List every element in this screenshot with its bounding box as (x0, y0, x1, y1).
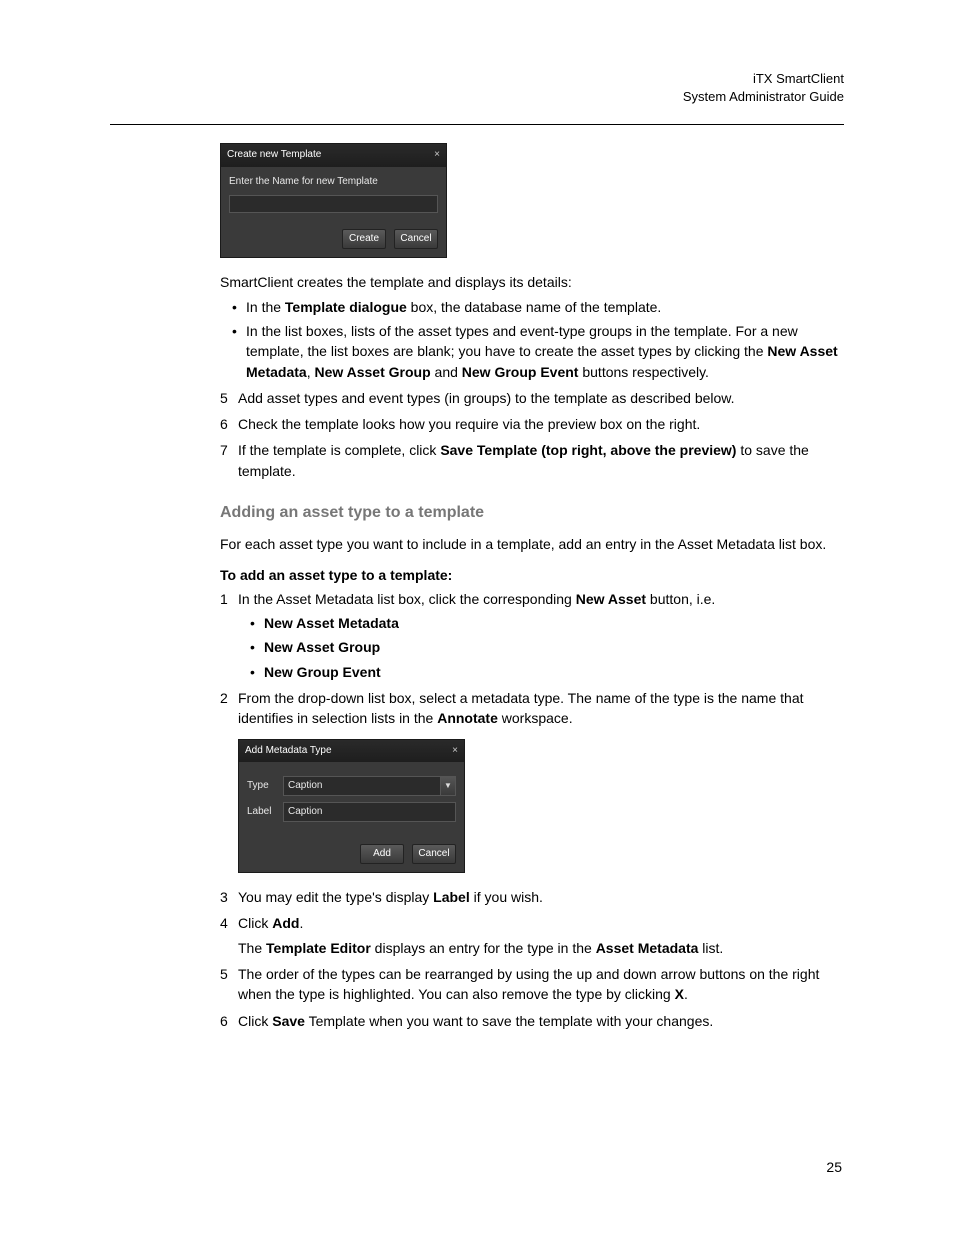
steps-continued: Add asset types and event types (in grou… (220, 388, 844, 481)
bullet-item: New Asset Metadata (264, 613, 844, 633)
dialog-buttons: Add Cancel (239, 838, 464, 872)
header-product: iTX SmartClient (110, 70, 844, 88)
page-content: Create new Template × Enter the Name for… (220, 143, 844, 1031)
close-icon[interactable]: × (452, 744, 458, 759)
procedure-steps: In the Asset Metadata list box, click th… (220, 589, 844, 1031)
proc-step-1: In the Asset Metadata list box, click th… (220, 589, 844, 682)
dialog-body: Enter the Name for new Template (221, 167, 446, 224)
bullet-item: New Group Event (264, 662, 844, 682)
proc-step-3: You may edit the type's display Label if… (220, 887, 844, 907)
cancel-button[interactable]: Cancel (412, 844, 456, 864)
bullet-item: In the list boxes, lists of the asset ty… (246, 321, 844, 382)
figure-create-template: Create new Template × Enter the Name for… (220, 143, 844, 258)
type-dropdown[interactable]: Caption ▼ (283, 776, 456, 796)
proc-step-2: From the drop-down list box, select a me… (220, 688, 844, 873)
dialog-titlebar: Create new Template × (221, 144, 446, 167)
proc-step-1-bullets: New Asset Metadata New Asset Group New G… (238, 613, 844, 682)
proc-step-4: Click Add. The Template Editor displays … (220, 913, 844, 958)
proc-step-6: Click Save Template when you want to sav… (220, 1011, 844, 1031)
dialog-add-metadata: Add Metadata Type × Type Caption ▼ (238, 739, 465, 874)
label-label: Label (247, 805, 277, 820)
cancel-button[interactable]: Cancel (394, 229, 438, 249)
page-header: iTX SmartClient System Administrator Gui… (110, 70, 844, 106)
intro-bullets: In the Template dialogue box, the databa… (220, 297, 844, 382)
section-heading: Adding an asset type to a template (220, 501, 844, 524)
figure-add-metadata: Add Metadata Type × Type Caption ▼ (238, 739, 844, 874)
step-7: If the template is complete, click Save … (220, 440, 844, 481)
label-value: Caption (288, 805, 322, 820)
template-name-input[interactable] (229, 195, 438, 213)
create-button[interactable]: Create (342, 229, 386, 249)
type-value: Caption (288, 779, 322, 794)
chevron-down-icon[interactable]: ▼ (440, 777, 455, 795)
header-doc: System Administrator Guide (110, 88, 844, 106)
type-label: Type (247, 779, 277, 794)
procedure-title: To add an asset type to a template: (220, 565, 844, 585)
proc-step-4-cont: The Template Editor displays an entry fo… (238, 938, 844, 958)
add-button[interactable]: Add (360, 844, 404, 864)
step-6: Check the template looks how you require… (220, 414, 844, 434)
close-icon[interactable]: × (434, 148, 440, 163)
step-5: Add asset types and event types (in grou… (220, 388, 844, 408)
intro-line: SmartClient creates the template and dis… (220, 272, 844, 292)
section-intro: For each asset type you want to include … (220, 534, 844, 554)
page-number: 25 (826, 1159, 842, 1175)
bullet-item: New Asset Group (264, 637, 844, 657)
dialog-buttons: Create Cancel (221, 223, 446, 257)
dialog-title: Create new Template (227, 148, 321, 163)
proc-step-5: The order of the types can be rearranged… (220, 964, 844, 1005)
dialog-prompt: Enter the Name for new Template (229, 175, 438, 190)
bullet-item: In the Template dialogue box, the databa… (246, 297, 844, 317)
dialog-titlebar: Add Metadata Type × (239, 740, 464, 763)
dialog-body: Type Caption ▼ Label Caption (239, 762, 464, 838)
label-input[interactable]: Caption (283, 802, 456, 822)
dialog-title: Add Metadata Type (245, 744, 332, 759)
dialog-create-template: Create new Template × Enter the Name for… (220, 143, 447, 258)
header-rule (110, 124, 844, 125)
